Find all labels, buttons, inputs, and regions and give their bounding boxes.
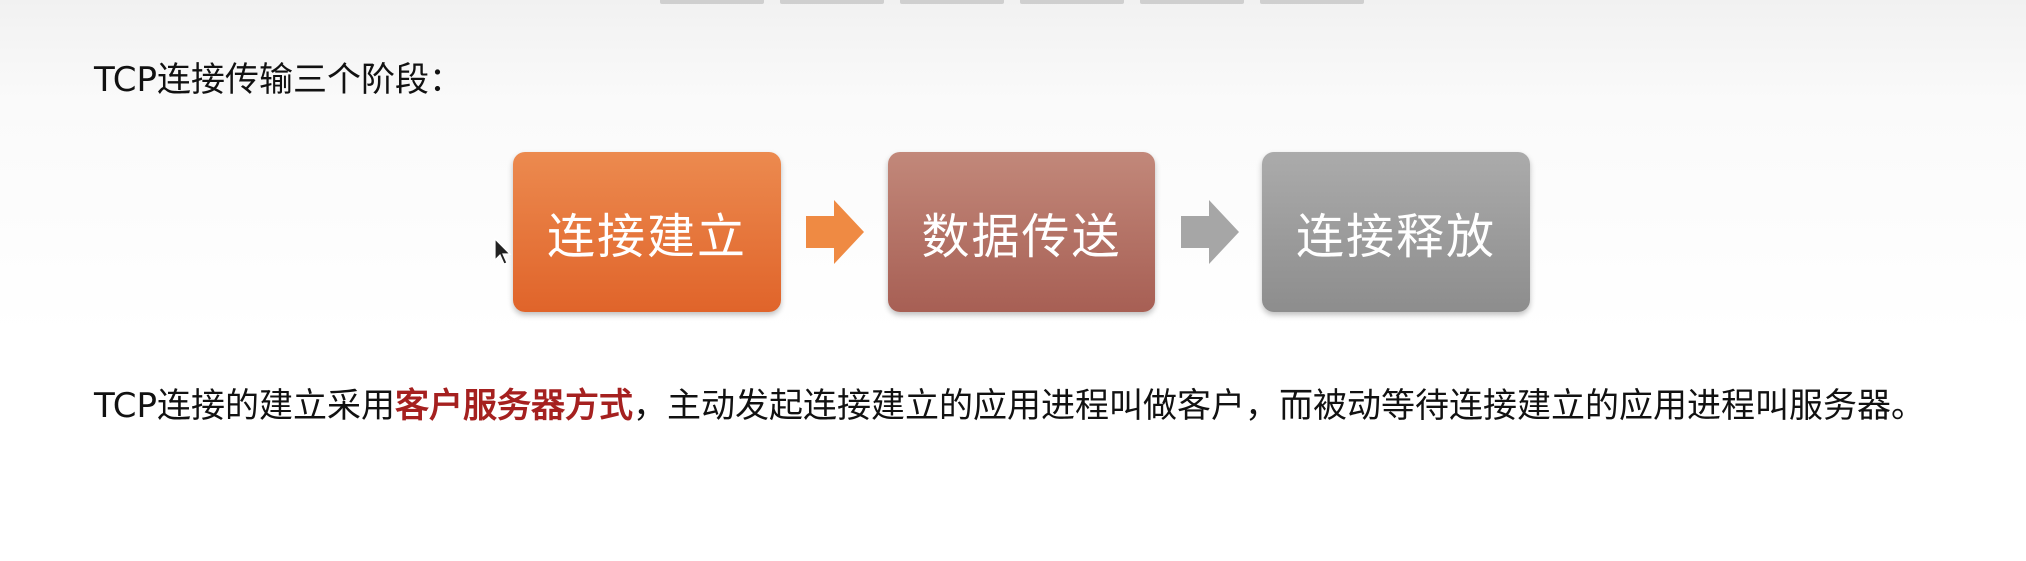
top-tab[interactable] xyxy=(1020,0,1124,4)
top-tab[interactable] xyxy=(780,0,884,4)
step-label: 连接释放 xyxy=(1295,209,1496,265)
top-tab[interactable] xyxy=(1140,0,1244,4)
highlighted-term: 客户服务器方式 xyxy=(395,386,634,426)
arrow-right-icon xyxy=(1181,200,1239,264)
top-tab[interactable] xyxy=(1260,0,1364,4)
top-tab[interactable] xyxy=(900,0,1004,4)
arrow-right-icon xyxy=(806,200,864,264)
step-data-transfer: 数据传送 xyxy=(888,152,1155,312)
paragraph-text: ，主动发起连接建立的应用进程叫做客户，而被动等待连接建立的应用进程叫服务器。 xyxy=(633,386,1926,426)
description-paragraph: TCP连接的建立采用客户服务器方式，主动发起连接建立的应用进程叫做客户，而被动等… xyxy=(94,378,1974,434)
slide-title: TCP连接传输三个阶段： xyxy=(94,60,464,100)
step-label: 连接建立 xyxy=(546,209,747,265)
top-tab[interactable] xyxy=(660,0,764,4)
step-connection-setup: 连接建立 xyxy=(513,152,781,312)
mouse-cursor-icon xyxy=(494,238,512,265)
step-connection-release: 连接释放 xyxy=(1262,152,1530,312)
top-tab-strip xyxy=(660,0,1364,4)
paragraph-text: TCP连接的建立采用 xyxy=(94,386,396,426)
step-label: 数据传送 xyxy=(921,209,1122,265)
